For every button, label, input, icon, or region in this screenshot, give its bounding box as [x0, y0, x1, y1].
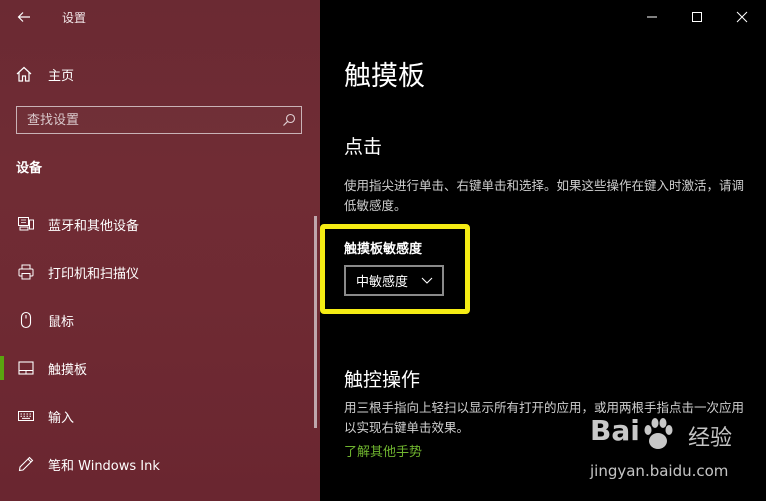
bluetooth-devices-icon — [16, 214, 36, 234]
home-nav-item[interactable]: 主页 — [14, 63, 74, 85]
page-title: 触摸板 — [344, 61, 425, 92]
sidebar-item-label: 打印机和扫描仪 — [48, 266, 140, 282]
sidebar-item-pen[interactable]: 笔和 Windows Ink — [0, 440, 320, 488]
home-icon — [14, 64, 34, 84]
minimize-icon — [647, 16, 657, 18]
app-title: 设置 — [62, 11, 87, 25]
click-section-description: 使用指尖进行单击、右键单击和选择。如果这些操作在键入时激活，请调低敏感度。 — [344, 178, 745, 213]
sidebar-item-typing[interactable]: 输入 — [0, 392, 320, 440]
search-input[interactable] — [17, 112, 277, 128]
sidebar-item-touchpad[interactable]: 触摸板 — [0, 344, 320, 392]
sidebar-item-label: 笔和 Windows Ink — [48, 458, 160, 474]
baidu-watermark: Bai 经验 jingyan.baidu.com — [588, 414, 766, 494]
learn-more-gestures-link[interactable]: 了解其他手势 — [344, 441, 422, 460]
sidebar-scrollbar[interactable] — [314, 216, 317, 428]
home-label: 主页 — [48, 68, 75, 84]
sidebar-item-label: 输入 — [48, 410, 75, 426]
content-pane: 触摸板 点击 使用指尖进行单击、右键单击和选择。如果这些操作在键入时激活，请调低… — [320, 0, 766, 501]
touchpad-sensitivity-label: 触摸板敏感度 — [344, 242, 423, 257]
sidebar-item-label: 鼠标 — [48, 314, 75, 330]
click-section-heading: 点击 — [344, 136, 383, 158]
maximize-icon — [692, 12, 702, 22]
back-arrow-icon — [17, 12, 30, 22]
title-bar: 设置 — [0, 0, 320, 34]
back-button[interactable] — [12, 6, 36, 28]
device-nav: 蓝牙和其他设备 打印机和扫描仪 鼠标 触摸板 输入 笔和 Windows Ink — [0, 200, 320, 488]
watermark-text: 经验 — [688, 426, 733, 451]
settings-sidebar: 设置 主页 设备 — [0, 0, 320, 501]
watermark-url: jingyan.baidu.com — [590, 462, 729, 480]
pen-icon — [16, 454, 36, 474]
baidu-paw-icon — [644, 418, 673, 449]
close-button[interactable] — [722, 0, 762, 34]
search-icon[interactable] — [277, 108, 301, 132]
sidebar-item-mouse[interactable]: 鼠标 — [0, 296, 320, 344]
sidebar-item-label: 蓝牙和其他设备 — [48, 218, 140, 234]
keyboard-icon — [16, 406, 36, 426]
watermark-logo: Bai — [590, 414, 640, 447]
sidebar-item-label: 触摸板 — [48, 362, 88, 378]
minimize-button[interactable] — [632, 0, 672, 34]
maximize-button[interactable] — [677, 0, 717, 34]
touchpad-icon — [16, 358, 36, 378]
mouse-icon — [16, 310, 36, 330]
touchpad-sensitivity-dropdown[interactable]: 中敏感度 — [344, 265, 444, 296]
dropdown-selected-value: 中敏感度 — [356, 275, 409, 290]
close-icon — [736, 11, 748, 23]
sidebar-item-printers[interactable]: 打印机和扫描仪 — [0, 248, 320, 296]
printer-icon — [16, 262, 36, 282]
search-box[interactable] — [16, 106, 302, 134]
section-header: 设备 — [16, 161, 43, 176]
gesture-section-heading: 触控操作 — [344, 369, 421, 391]
sidebar-item-bluetooth[interactable]: 蓝牙和其他设备 — [0, 200, 320, 248]
chevron-down-icon — [421, 277, 433, 284]
